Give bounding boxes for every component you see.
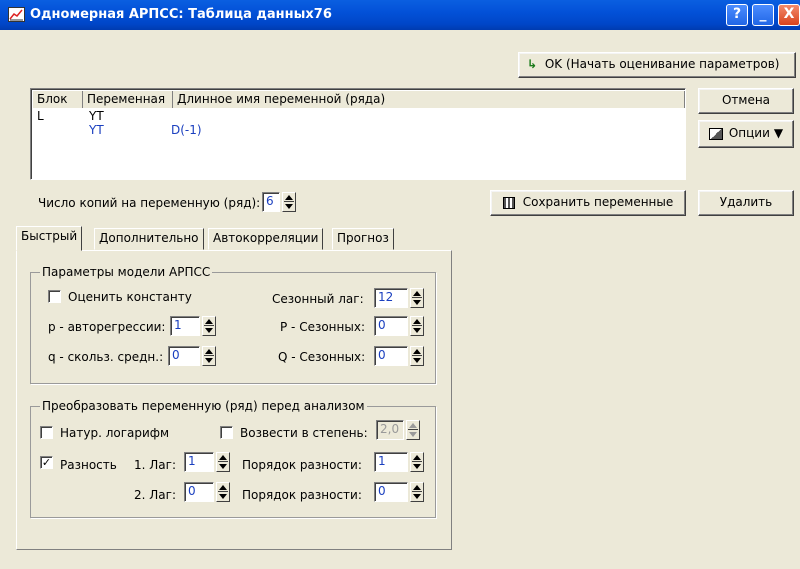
cancel-button[interactable]: Отмена: [698, 88, 794, 114]
natural-log-label[interactable]: Натур. логарифм: [60, 426, 169, 440]
order1-spin-buttons[interactable]: [410, 452, 424, 472]
lag2-label: 2. Лаг:: [134, 488, 176, 502]
col-header-block[interactable]: Блок: [33, 91, 83, 108]
seasonal-lag-spin-buttons[interactable]: [410, 288, 424, 308]
options-button[interactable]: Опции ▼: [698, 120, 794, 148]
options-icon: [708, 127, 723, 140]
lag2-input[interactable]: 0: [184, 482, 214, 502]
lag1-spin-buttons[interactable]: [216, 452, 230, 472]
col-header-variable[interactable]: Переменная: [83, 91, 173, 108]
table-cell-block[interactable]: L: [37, 109, 44, 123]
table-cell-variable[interactable]: YT: [89, 123, 104, 137]
delete-button[interactable]: Удалить: [698, 190, 794, 216]
Q-seasonal-input[interactable]: 0: [374, 346, 408, 366]
power-spin-buttons[interactable]: [406, 420, 420, 440]
copies-label: Число копий на переменную (ряд):: [38, 196, 261, 210]
order1-label: Порядок разности:: [242, 458, 362, 472]
p-input[interactable]: 1: [170, 316, 200, 336]
seasonal-lag-input[interactable]: 12: [374, 288, 408, 308]
arima-dialog: Одномерная АРПСС: Таблица данных76 ? _ X…: [0, 0, 800, 569]
p-spin-buttons[interactable]: [202, 316, 216, 336]
difference-checkbox[interactable]: ✓: [40, 456, 53, 469]
natural-log-checkbox[interactable]: [40, 426, 53, 439]
q-label: q - скольз. средн.:: [48, 350, 164, 364]
arima-params-title: Параметры модели АРПСС: [40, 265, 213, 279]
p-label: p - авторегрессии:: [48, 320, 166, 334]
Q-seasonal-spin-buttons[interactable]: [410, 346, 424, 366]
Q-seasonal-label: Q - Сезонных:: [278, 350, 366, 364]
app-chart-icon: [8, 7, 25, 22]
seasonal-lag-label: Сезонный лаг:: [272, 292, 364, 306]
P-seasonal-spin-buttons[interactable]: [410, 316, 424, 336]
tab-forecast[interactable]: Прогноз: [332, 228, 394, 250]
window-title: Одномерная АРПСС: Таблица данных76: [30, 7, 332, 22]
copies-input[interactable]: 6: [262, 192, 280, 212]
tab-advanced[interactable]: Дополнительно: [94, 228, 204, 250]
col-header-long-name[interactable]: Длинное имя переменной (ряда): [173, 91, 685, 108]
chevron-down-icon: ▼: [773, 126, 784, 140]
difference-label[interactable]: Разность: [60, 458, 117, 472]
P-seasonal-input[interactable]: 0: [374, 316, 408, 336]
close-button[interactable]: X: [778, 4, 800, 26]
power-input[interactable]: 2,0: [376, 420, 404, 440]
lag2-spin-buttons[interactable]: [216, 482, 230, 502]
options-button-label: Опции: [728, 126, 770, 140]
tab-quick[interactable]: Быстрый: [16, 226, 83, 251]
estimate-constant-checkbox[interactable]: [48, 290, 61, 303]
save-variables-button[interactable]: Сохранить переменные: [490, 190, 686, 216]
lag1-label: 1. Лаг:: [134, 458, 176, 472]
transform-title: Преобразовать переменную (ряд) перед ана…: [40, 399, 367, 413]
run-arrow-icon: ↳: [527, 57, 538, 71]
power-checkbox[interactable]: [220, 426, 233, 439]
estimate-constant-label[interactable]: Оценить константу: [68, 290, 192, 304]
copies-spin-buttons[interactable]: [282, 192, 296, 212]
order2-spin-buttons[interactable]: [410, 482, 424, 502]
save-variables-label: Сохранить переменные: [522, 195, 674, 209]
q-spin-buttons[interactable]: [202, 346, 216, 366]
minimize-button[interactable]: _: [752, 4, 774, 26]
save-grid-icon: [502, 196, 515, 209]
order2-input[interactable]: 0: [374, 482, 408, 502]
ok-button-label: OK (Начать оценивание параметров): [544, 57, 780, 71]
order1-input[interactable]: 1: [374, 452, 408, 472]
ok-button[interactable]: ↳ OK (Начать оценивание параметров): [518, 52, 796, 78]
P-seasonal-label: P - Сезонных:: [280, 320, 365, 334]
tab-autocorrelations[interactable]: Автокорреляции: [208, 228, 324, 250]
title-bar[interactable]: Одномерная АРПСС: Таблица данных76 ? _ X: [0, 0, 800, 30]
power-label[interactable]: Возвести в степень:: [240, 426, 368, 440]
table-cell-long-name[interactable]: D(-1): [171, 123, 202, 137]
help-button[interactable]: ?: [726, 4, 748, 26]
variables-table[interactable]: Блок Переменная Длинное имя переменной (…: [30, 88, 686, 180]
table-row-selected-bg: [33, 121, 681, 135]
lag1-input[interactable]: 1: [184, 452, 214, 472]
q-input[interactable]: 0: [168, 346, 200, 366]
table-cell-variable[interactable]: YT: [89, 109, 104, 123]
order2-label: Порядок разности:: [242, 488, 362, 502]
